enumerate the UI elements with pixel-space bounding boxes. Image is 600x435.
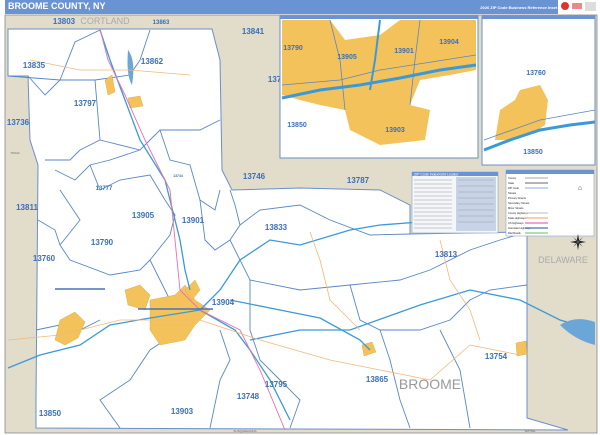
zip-label: 13835 — [23, 61, 46, 70]
zip-label: 13863 — [153, 20, 170, 26]
zip-label: 13901 — [182, 216, 205, 225]
legend-item: County — [508, 176, 517, 180]
zip-label: 13754 — [485, 352, 508, 361]
zip-label: 13865 — [366, 375, 389, 384]
legend-item: US Highways — [508, 221, 524, 225]
legend-item: Secondary Streets — [508, 201, 530, 205]
legend-item: State Highways — [508, 216, 527, 220]
legend-item: Streets — [508, 191, 517, 195]
zip-label: 13850 — [523, 149, 543, 156]
zip-label: 13746 — [243, 172, 266, 181]
inset-binghamton[interactable]: 13790 13905 13901 13904 13850 13903 — [279, 15, 479, 159]
county-map[interactable]: 13803 13863 13841 13835 13862 13797 1373… — [0, 14, 600, 435]
zip-label: 13841 — [242, 27, 265, 36]
zip-label: 13903 — [171, 407, 194, 416]
zip-label: 13795 — [265, 380, 288, 389]
zip-label: 13760 — [33, 254, 56, 263]
county-label: BROOME — [399, 376, 461, 392]
zip-label: 13905 — [132, 211, 155, 220]
zip-label: 13787 — [347, 176, 370, 185]
inset-endicott[interactable]: 13760 13850 — [481, 15, 596, 166]
zip-label: 13760 — [526, 70, 546, 77]
zip-label: 13790 — [91, 238, 114, 247]
zip-label: 13803 — [53, 17, 76, 26]
zip-label: 13790 — [283, 45, 303, 52]
index-title: ZIP Code Index/Grid Locator — [414, 173, 459, 177]
zip-label: 13904 — [439, 39, 459, 46]
zip-label: 13850 — [39, 409, 62, 418]
zip-label: 13904 — [212, 298, 235, 307]
legend-item: Primary Streets — [508, 196, 527, 200]
map-header: BROOME COUNTY, NY 2026 ZIP Code Business… — [5, 0, 580, 14]
neighbor-county-label: TIOGA — [10, 151, 19, 155]
neighbor-county-label: WAYNE — [525, 429, 536, 433]
zip-label: 13797 — [74, 99, 97, 108]
zip-code-index: ZIP Code Index/Grid Locator — [411, 171, 499, 234]
zip-label: 13748 — [237, 392, 260, 401]
zip-label: 13862 — [141, 57, 164, 66]
logo-icon — [561, 2, 596, 11]
zip-label-minor: 13744 — [173, 174, 183, 178]
zip-label: 13833 — [265, 223, 288, 232]
zip-label: 13777 — [96, 186, 113, 192]
zip-label: 13736 — [7, 118, 30, 127]
zip-label: 13903 — [385, 127, 405, 134]
legend-item: Minor Streets — [508, 206, 524, 210]
zip-label: 13850 — [287, 122, 307, 129]
neighbor-county-label: DELAWARE — [538, 255, 588, 265]
zip-label: 13901 — [394, 48, 414, 55]
zip-label: 13813 — [435, 250, 458, 259]
zip-label: 13905 — [337, 54, 357, 61]
map-legend: County State ZIP Code Streets Primary St… — [505, 169, 595, 237]
svg-text:⌂: ⌂ — [578, 185, 582, 192]
neighbor-county-label: CORTLAND — [80, 16, 130, 26]
legend-item: Rail Roads — [508, 231, 521, 235]
publisher-logo — [558, 0, 598, 14]
legend-item: State — [508, 181, 515, 185]
zip-label: 13811 — [16, 203, 38, 212]
neighbor-county-label: SUSQUEHANNA — [233, 429, 256, 433]
map-title: BROOME COUNTY, NY — [8, 1, 106, 11]
legend-item: ZIP Code — [508, 186, 519, 190]
